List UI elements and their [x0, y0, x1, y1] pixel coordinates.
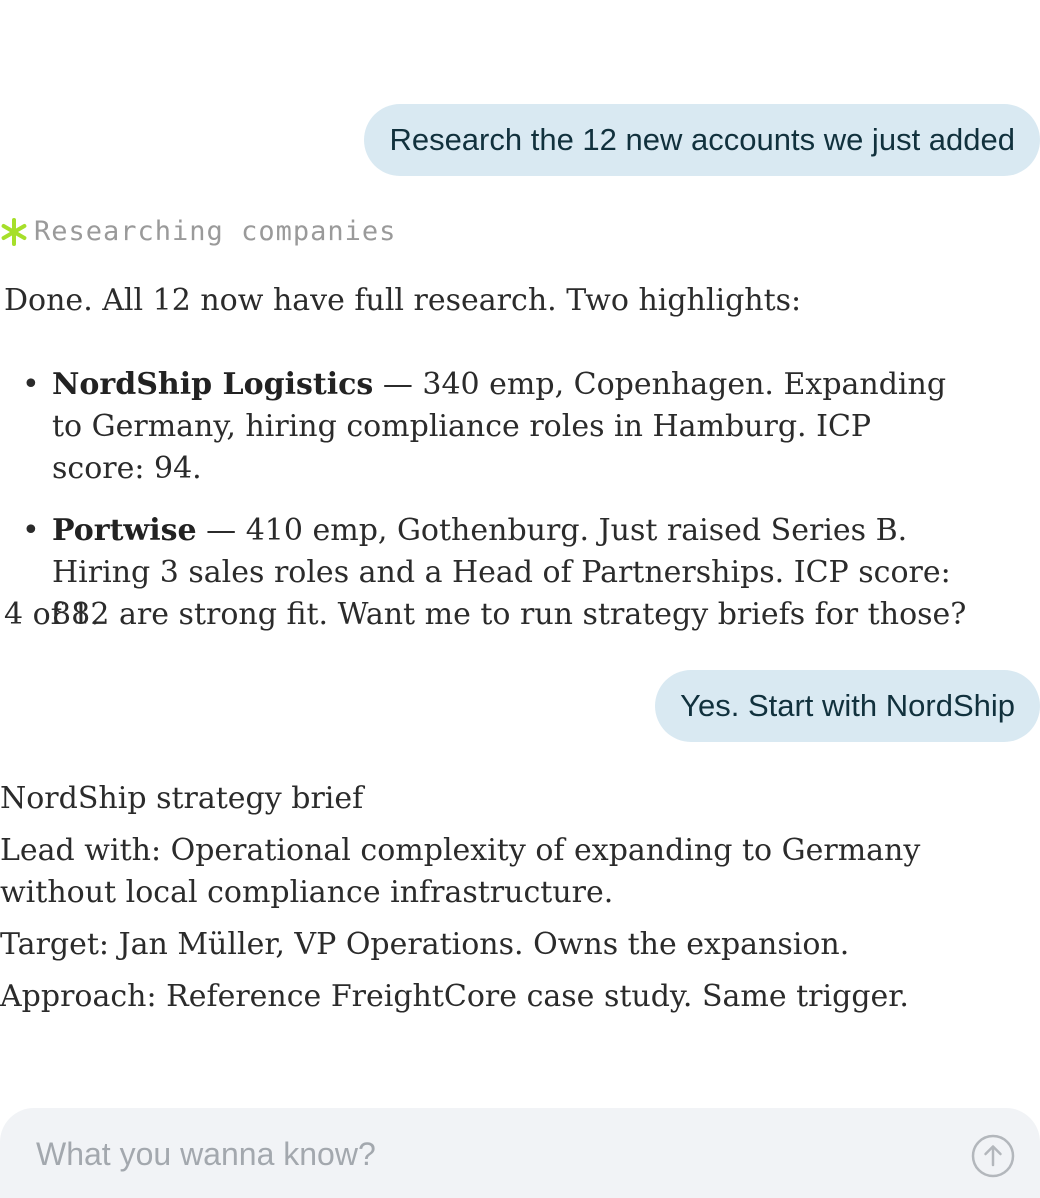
user-message-2: Yes. Start with NordShip: [655, 670, 1040, 742]
brief-title: NordShip strategy brief: [0, 781, 364, 816]
user-message-1: Research the 12 new accounts we just add…: [364, 104, 1040, 176]
asterisk-icon: [1, 217, 27, 246]
user-bubble: Yes. Start with NordShip: [655, 670, 1040, 742]
brief-approach: Approach: Reference FreightCore case stu…: [0, 979, 909, 1014]
bullet-icon: •: [22, 367, 40, 402]
status-text: Researching companies: [34, 216, 397, 247]
brief-lead: Lead with: Operational complexity of exp…: [0, 833, 921, 910]
chat-input[interactable]: [34, 1128, 938, 1180]
brief-target: Target: Jan Müller, VP Operations. Owns …: [0, 927, 850, 962]
list-item: • NordShip Logistics — 340 emp, Copenhag…: [20, 364, 960, 490]
arrow-up-circle-icon[interactable]: [971, 1134, 1015, 1178]
status-indicator: Researching companies: [0, 216, 396, 247]
strategy-brief: NordShip strategy brief Lead with: Opera…: [0, 778, 1010, 1028]
assistant-reply-intro: Done. All 12 now have full research. Two…: [4, 283, 802, 318]
user-bubble: Research the 12 new accounts we just add…: [364, 104, 1040, 176]
assistant-reply-outro: 4 of 12 are strong fit. Want me to run s…: [4, 597, 967, 632]
composer: [0, 1108, 1040, 1198]
bullet-icon: •: [22, 513, 40, 548]
company-name: NordShip Logistics: [52, 367, 374, 402]
company-name: Portwise: [52, 513, 197, 548]
